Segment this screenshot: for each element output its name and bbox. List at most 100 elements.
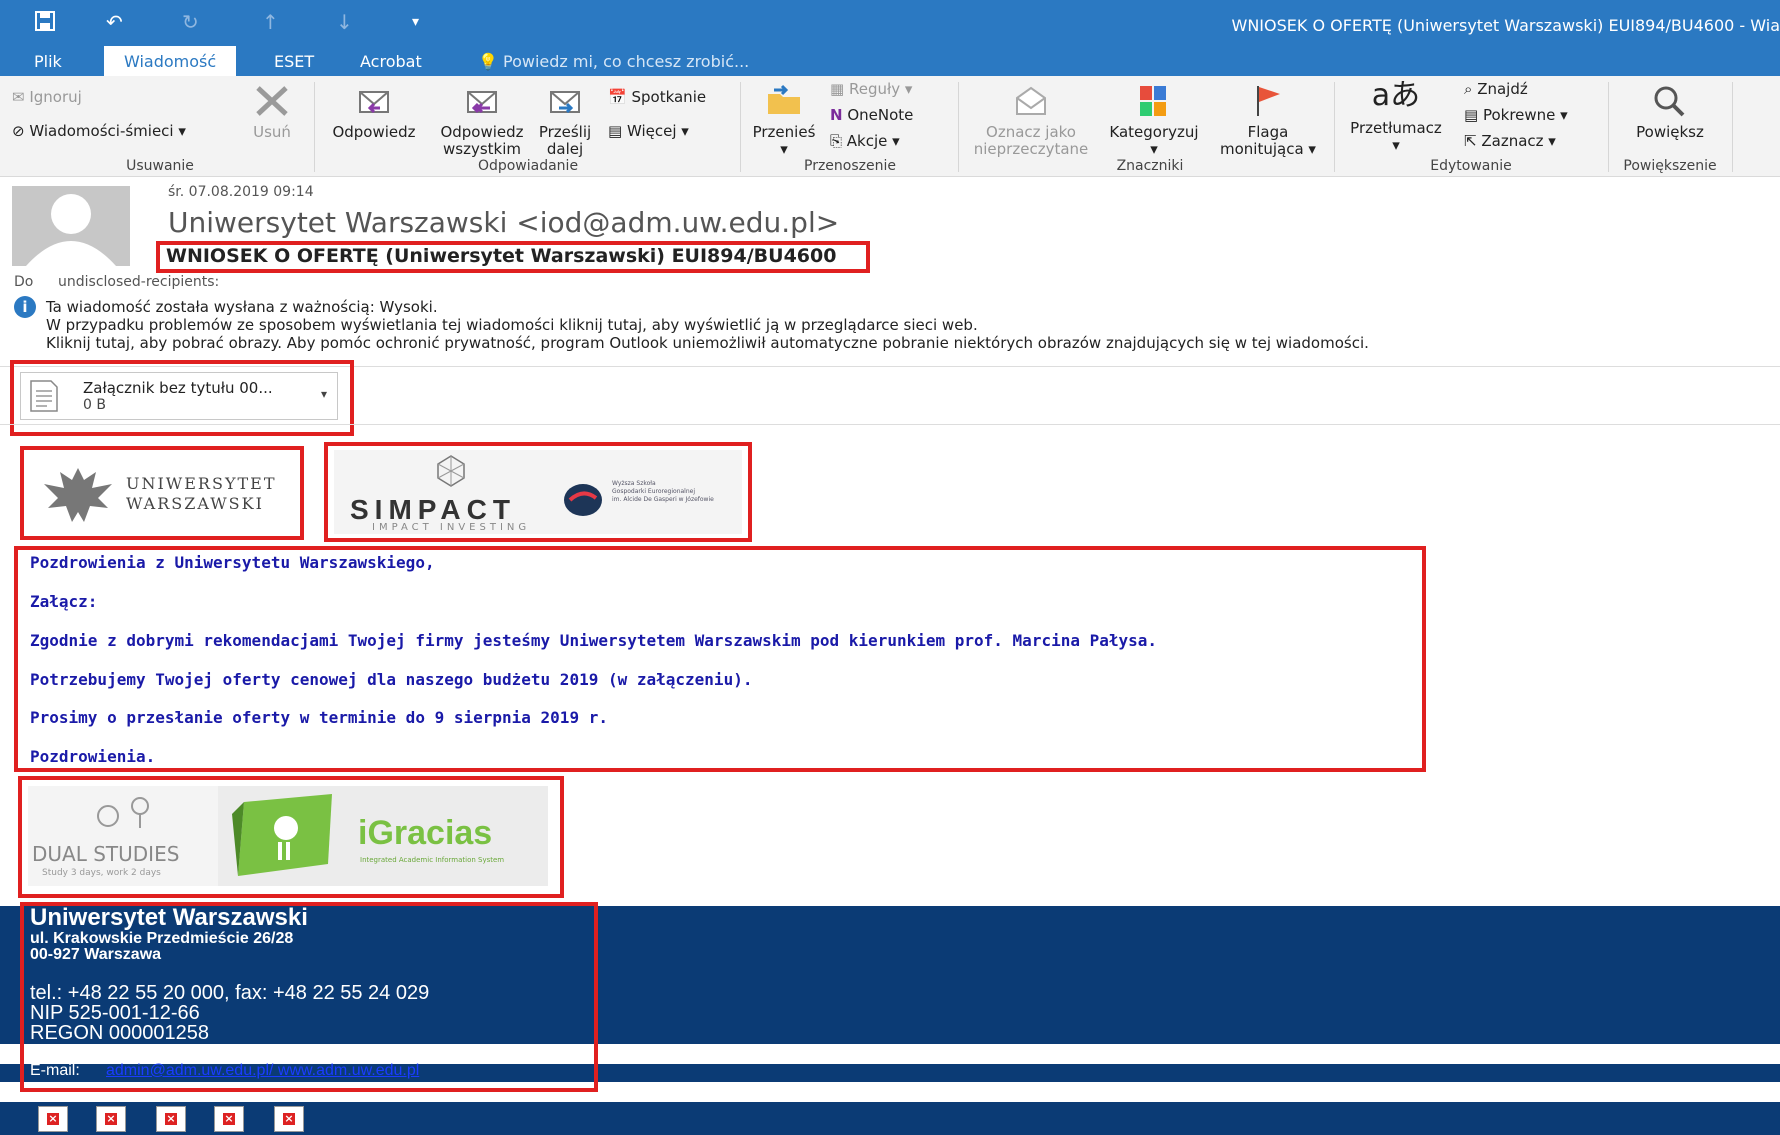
arrow-down-icon[interactable]: ↓ <box>336 10 353 34</box>
body-line: Załącz: <box>30 592 98 611</box>
save-icon[interactable] <box>34 10 56 37</box>
group-label-edytowanie: Edytowanie <box>1430 158 1512 174</box>
more-icon: ▤ <box>608 122 623 140</box>
onenote-button[interactable]: N OneNote <box>830 106 913 124</box>
ribbon-tabs: Plik Wiadomość ESET Acrobat 💡 Powiedz mi… <box>0 46 1780 77</box>
signature-regon: REGON 000001258 <box>30 1022 210 1044</box>
wsge-text: Wyższa Szkoła Gospodarki Euroregionalnej… <box>612 480 714 504</box>
tab-wiadomosc[interactable]: Wiadomość <box>104 46 237 77</box>
importance-info: Ta wiadomość została wysłana z ważnością… <box>46 298 438 316</box>
reply-all-icon <box>467 91 497 114</box>
categorize-button[interactable]: Kategoryzuj ▾ <box>1102 84 1206 158</box>
eagle-icon <box>44 468 112 522</box>
rules-icon: ▦ <box>830 80 845 98</box>
onenote-icon: N <box>830 106 843 124</box>
sender[interactable]: Uniwersytet Warszawski <iod@adm.uw.edu.p… <box>168 206 839 239</box>
translate-button[interactable]: aあ Przetłumacz ▾ <box>1340 76 1452 154</box>
message-date: śr. 07.08.2019 09:14 <box>168 184 314 200</box>
delete-button[interactable]: Usuń <box>244 84 300 141</box>
wsge-emblem-icon <box>564 484 602 516</box>
tell-me-box[interactable]: 💡 Powiedz mi, co chcesz zrobić... <box>468 50 759 73</box>
simpact-cube-icon <box>437 455 465 487</box>
tab-plik[interactable]: Plik <box>24 50 72 73</box>
find-button[interactable]: ⌕ Znajdź <box>1464 80 1528 98</box>
zoom-button[interactable]: Powiększ <box>1620 84 1720 141</box>
cursor-icon: ⇱ <box>1464 132 1477 150</box>
group-label-powiekszenie: Powiększenie <box>1623 158 1717 174</box>
tab-eset[interactable]: ESET <box>264 50 324 73</box>
more-button[interactable]: ▤ Więcej ▾ <box>608 122 689 140</box>
junk-button[interactable]: ⊘ Wiadomości-śmieci ▾ <box>12 122 186 140</box>
group-separator <box>1334 82 1335 172</box>
group-separator <box>314 82 315 172</box>
meeting-button[interactable]: 📅 Spotkanie <box>608 88 706 106</box>
group-label-przenoszenie: Przenoszenie <box>804 158 896 174</box>
rules-button[interactable]: ▦ Reguły ▾ <box>830 80 912 98</box>
body-line: Zgodnie z dobrymi rekomendacjami Twojej … <box>30 631 1158 650</box>
download-images-info[interactable]: Kliknij tutaj, aby pobrać obrazy. Aby po… <box>46 334 1369 352</box>
mark-unread-button[interactable]: Oznacz jako nieprzeczytane <box>964 84 1098 158</box>
group-separator <box>740 82 741 172</box>
signature-address-2: 00-927 Warszawa <box>30 946 162 963</box>
ribbon: ✉ Ignoruj ⊘ Wiadomości-śmieci ▾ Usuń Usu… <box>0 76 1780 177</box>
broken-image-icon[interactable]: × <box>214 1106 244 1132</box>
actions-icon: ⎘ <box>830 132 843 150</box>
find-icon: ⌕ <box>1464 80 1473 98</box>
folder-icon <box>768 84 800 114</box>
related-icon: ▤ <box>1464 106 1479 124</box>
signature-name: Uniwersytet Warszawski <box>30 904 308 931</box>
group-separator <box>1732 82 1733 172</box>
uw-logo-text-1: UNIWERSYTET <box>126 474 277 493</box>
broken-image-icon[interactable]: × <box>96 1106 126 1132</box>
recipients[interactable]: undisclosed-recipients: <box>58 274 219 290</box>
group-label-usuwanie: Usuwanie <box>126 158 194 174</box>
signature-banner <box>0 1102 1780 1135</box>
delete-icon <box>256 86 288 116</box>
forward-button[interactable]: Prześlij dalej <box>534 84 596 158</box>
select-button[interactable]: ⇱ Zaznacz ▾ <box>1464 132 1556 150</box>
followup-flag-button[interactable]: Flaga monitująca ▾ <box>1208 84 1328 158</box>
group-separator <box>1608 82 1609 172</box>
signature-email-link[interactable]: admin@adm.uw.edu.pl/ www.adm.uw.edu.pl <box>106 1062 419 1080</box>
igracias-chip-icon <box>232 794 332 876</box>
reply-all-button[interactable]: Odpowiedz wszystkim <box>430 84 534 158</box>
reply-button[interactable]: Odpowiedz <box>322 84 426 141</box>
avatar <box>12 186 130 266</box>
simpact-subtext: IMPACT INVESTING <box>372 522 531 533</box>
simpact-logo: SIMPACT IMPACT INVESTING Wyższa Szkoła G… <box>334 450 742 534</box>
attachment-name: Załącznik bez tytułu 00... <box>83 379 273 397</box>
move-button[interactable]: Przenieś ▾ <box>748 84 820 158</box>
igracias-text: iGracias <box>358 814 493 852</box>
broken-image-icon[interactable]: × <box>156 1106 186 1132</box>
arrow-up-icon[interactable]: ↑ <box>262 10 279 34</box>
undo-icon[interactable]: ↶ <box>106 10 123 34</box>
tab-acrobat[interactable]: Acrobat <box>350 50 432 73</box>
categorize-icon <box>1140 86 1166 116</box>
body-line: Pozdrowienia. <box>30 747 156 766</box>
chevron-down-icon[interactable]: ▾ <box>321 387 327 401</box>
divider <box>0 424 1780 425</box>
title-bar: ↶ ↻ ↑ ↓ ▾ WNIOSEK O OFERTĘ (Uniwersytet … <box>0 0 1780 46</box>
signature-email-label: E-mail: <box>30 1062 80 1079</box>
related-button[interactable]: ▤ Pokrewne ▾ <box>1464 106 1568 124</box>
broken-image-icon[interactable]: × <box>38 1106 68 1132</box>
wsge-text-3: im. Alcide De Gasperi w Józefowie <box>612 496 714 503</box>
broken-image-icon[interactable]: × <box>274 1106 304 1132</box>
forward-icon <box>550 91 580 114</box>
dual-studies-text: DUAL STUDIES <box>32 842 180 866</box>
wsge-text-1: Wyższa Szkoła <box>612 480 656 487</box>
document-icon <box>30 380 58 412</box>
view-in-browser-info[interactable]: W przypadku problemów ze sposobem wyświe… <box>46 316 978 334</box>
window-title: WNIOSEK O OFERTĘ (Uniwersytet Warszawski… <box>1231 16 1780 35</box>
redo-icon[interactable]: ↻ <box>182 10 199 34</box>
customize-toolbar-icon[interactable]: ▾ <box>412 10 419 34</box>
highlight-box <box>14 546 1426 772</box>
dual-studies-subtext: Study 3 days, work 2 days <box>42 868 161 878</box>
calendar-icon: 📅 <box>608 88 627 106</box>
translate-icon: aあ <box>1371 78 1421 113</box>
ignore-button[interactable]: ✉ Ignoruj <box>12 88 82 106</box>
actions-button[interactable]: ⎘ Akcje ▾ <box>830 132 900 150</box>
attachment-tile[interactable]: Załącznik bez tytułu 00... 0 B ▾ <box>20 372 338 420</box>
junk-icon: ⊘ <box>12 122 25 140</box>
to-label: Do <box>14 274 34 290</box>
